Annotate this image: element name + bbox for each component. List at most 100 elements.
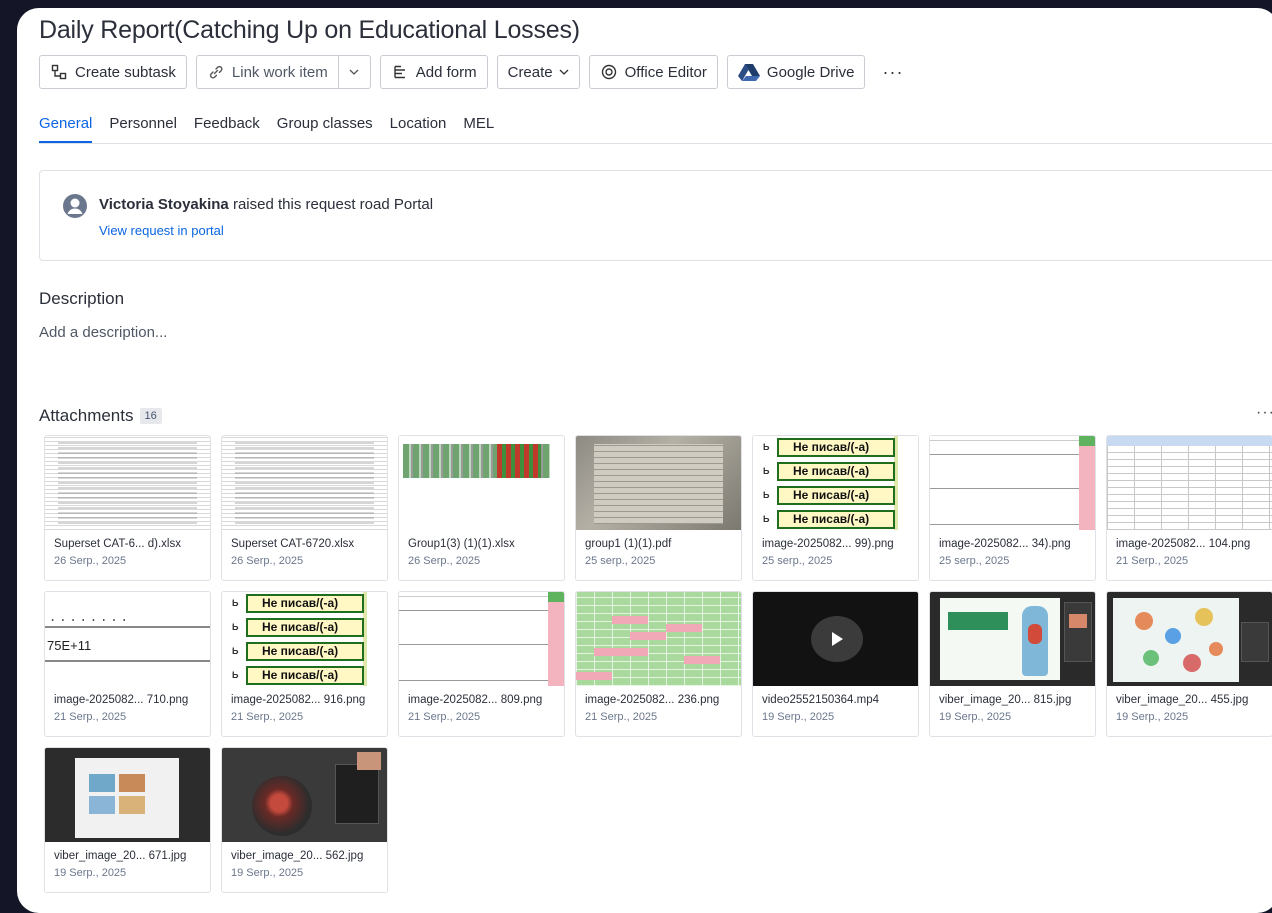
thumbnail-video-panel (1064, 602, 1092, 662)
thumbnail-green-header (548, 592, 564, 602)
office-editor-label: Office Editor (624, 63, 707, 81)
view-request-link[interactable]: View request in portal (99, 223, 224, 238)
user-avatar-icon (62, 193, 88, 219)
create-label: Create (507, 63, 553, 81)
attachment-card[interactable]: Superset CAT-6... d).xlsx 26 Serp., 2025 (44, 435, 211, 581)
thumbnail-dots: ........ (49, 610, 131, 624)
thumbnail-pink-cell (666, 624, 702, 632)
thumbnail-menu (335, 764, 379, 824)
thumbnail-line (930, 524, 1079, 525)
thumbnail-pink-column (548, 592, 564, 686)
spreadsheet-thumbnail (399, 436, 564, 530)
attachment-filename: image-2025082... 710.png (54, 694, 189, 706)
thumbnail-picture (119, 796, 145, 814)
attachment-filename: video2552150364.mp4 (762, 694, 880, 706)
attachments-count-badge: 16 (139, 408, 162, 424)
attachment-card[interactable]: Не писав/(-а) Не писав/(-а) Не писав/(-а… (752, 435, 919, 581)
link-dropdown-chevron-down-icon[interactable] (338, 55, 371, 89)
link-work-item-button[interactable]: Link work item (195, 55, 339, 89)
attachment-date: 26 Serp., 2025 (231, 555, 304, 567)
thumbnail-pink-cell (612, 616, 648, 624)
attachment-card[interactable]: image-2025082... 809.png 21 Serp., 2025 (398, 591, 565, 737)
image-thumbnail (399, 592, 564, 686)
request-raised-text: Victoria Stoyakina raised this request r… (99, 196, 433, 213)
thumbnail-cell-text: Не писав/(-а) (763, 486, 895, 505)
attachment-card[interactable]: viber_image_20... 671.jpg 19 Serp., 2025 (44, 747, 211, 893)
thumbnail-pink-cell (684, 656, 720, 664)
description-field[interactable]: Add a description... (39, 324, 167, 341)
image-thumbnail: Не писав/(-а) Не писав/(-а) Не писав/(-а… (222, 592, 387, 686)
attachment-card[interactable]: ........ 75E+11 image-2025082... 710.png… (44, 591, 211, 737)
attachment-filename: viber_image_20... 671.jpg (54, 850, 187, 862)
attachment-filename: image-2025082... 104.png (1116, 538, 1251, 550)
thumbnail-picture (89, 796, 115, 814)
link-icon (207, 63, 225, 81)
tab-mel[interactable]: MEL (463, 115, 494, 143)
thumbnail-value-text: 75E+11 (47, 638, 92, 653)
more-actions-icon[interactable]: ··· (874, 55, 911, 89)
attachment-card[interactable]: Не писав/(-а) Не писав/(-а) Не писав/(-а… (221, 591, 388, 737)
attachment-filename: Superset CAT-6... d).xlsx (54, 538, 181, 550)
thumbnail-line (930, 488, 1079, 489)
google-drive-icon (737, 63, 760, 81)
thumbnail-cell-text: Не писав/(-а) (232, 642, 364, 661)
office-editor-icon (600, 63, 618, 81)
create-dropdown-button[interactable]: Create (496, 55, 580, 89)
link-work-item-split: Link work item (195, 55, 371, 89)
image-thumbnail (222, 748, 387, 842)
attachment-date: 21 Serp., 2025 (585, 711, 658, 723)
thumbnail-slide (1113, 598, 1239, 682)
attachment-filename: Group1(3) (1)(1).xlsx (408, 538, 515, 550)
thumbnail-cell-text: Не писав/(-а) (763, 510, 895, 529)
thumbnail-figure (1195, 608, 1213, 626)
tab-personnel[interactable]: Personnel (109, 115, 177, 143)
google-drive-button[interactable]: Google Drive (726, 55, 866, 89)
chevron-down-icon (559, 69, 569, 75)
attachments-more-icon[interactable]: ··· (1256, 404, 1272, 422)
play-icon[interactable] (811, 616, 863, 662)
add-form-label: Add form (415, 63, 477, 81)
image-thumbnail (45, 748, 210, 842)
google-drive-label: Google Drive (766, 63, 855, 81)
attachment-card[interactable]: image-2025082... 236.png 21 Serp., 2025 (575, 591, 742, 737)
attachment-date: 19 Serp., 2025 (762, 711, 835, 723)
thumbnail-pink-cell (594, 648, 648, 656)
create-subtask-button[interactable]: Create subtask (39, 55, 187, 89)
create-subtask-label: Create subtask (75, 63, 176, 81)
image-thumbnail (1107, 592, 1272, 686)
thumbnail-slide (940, 598, 1060, 680)
office-editor-button[interactable]: Office Editor (588, 55, 718, 89)
attachment-card[interactable]: image-2025082... 34).png 25 serp., 2025 (929, 435, 1096, 581)
thumbnail-virus (252, 776, 312, 836)
toolbar: Create subtask Link work item Add form C… (39, 54, 911, 90)
pdf-thumbnail (576, 436, 741, 530)
attachment-card[interactable]: group1 (1)(1).pdf 25 serp., 2025 (575, 435, 742, 581)
image-thumbnail: Не писав/(-а) Не писав/(-а) Не писав/(-а… (753, 436, 918, 530)
tab-feedback[interactable]: Feedback (194, 115, 260, 143)
attachment-card[interactable]: viber_image_20... 815.jpg 19 Serp., 2025 (929, 591, 1096, 737)
attachment-card[interactable]: viber_image_20... 562.jpg 19 Serp., 2025 (221, 747, 388, 893)
tab-group-classes[interactable]: Group classes (277, 115, 373, 143)
thumbnail-line (399, 644, 548, 645)
thumbnail-organ (1028, 624, 1042, 644)
attachment-card[interactable]: Group1(3) (1)(1).xlsx 26 Serp., 2025 (398, 435, 565, 581)
attachment-card[interactable]: image-2025082... 104.png 21 Serp., 2025 (1106, 435, 1272, 581)
description-heading: Description (39, 289, 125, 308)
thumbnail-figure (1135, 612, 1153, 630)
attachment-card[interactable]: video2552150364.mp4 19 Serp., 2025 (752, 591, 919, 737)
image-thumbnail (576, 592, 741, 686)
spreadsheet-thumbnail (45, 436, 210, 530)
thumbnail-page (75, 758, 179, 838)
attachment-card[interactable]: viber_image_20... 455.jpg 19 Serp., 2025 (1106, 591, 1272, 737)
attachments-grid: Superset CAT-6... d).xlsx 26 Serp., 2025… (44, 435, 1272, 893)
thumbnail-line (930, 440, 1079, 441)
attachment-filename: image-2025082... 34).png (939, 538, 1071, 550)
tab-general[interactable]: General (39, 115, 93, 143)
attachment-card[interactable]: Superset CAT-6720.xlsx 26 Serp., 2025 (221, 435, 388, 581)
attachment-date: 21 Serp., 2025 (54, 711, 127, 723)
thumbnail-line (45, 660, 210, 662)
thumbnail-cell-text: Не писав/(-а) (232, 666, 364, 685)
add-form-button[interactable]: Add form (379, 55, 488, 89)
tab-location[interactable]: Location (390, 115, 447, 143)
image-thumbnail: ........ 75E+11 (45, 592, 210, 686)
